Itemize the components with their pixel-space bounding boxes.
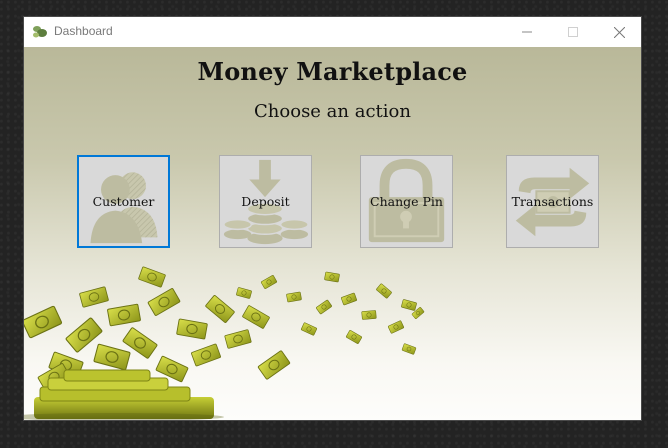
deposit-button-label: Deposit (241, 194, 290, 209)
customer-button[interactable]: Customer (77, 155, 170, 248)
app-icon (33, 26, 47, 38)
minimize-icon (522, 31, 532, 33)
page-title: Money Marketplace (197, 57, 468, 86)
title-bar[interactable]: Dashboard (24, 17, 641, 47)
transactions-button-label: Transactions (511, 194, 594, 209)
maximize-icon (568, 27, 578, 37)
dashboard-content: Money Marketplace Choose an action Custo… (24, 47, 641, 420)
minimize-button[interactable] (504, 17, 550, 47)
change-pin-button-label: Change Pin (370, 194, 443, 209)
page-subtitle: Choose an action (254, 101, 411, 122)
maximize-button[interactable] (550, 17, 596, 47)
deposit-button[interactable]: Deposit (219, 155, 312, 248)
close-button[interactable] (596, 17, 641, 47)
change-pin-button[interactable]: Change Pin (360, 155, 453, 248)
money-illustration (24, 266, 425, 420)
dashboard-window: Dashboard Money Marketplace Choose an ac… (24, 17, 641, 420)
window-title: Dashboard (54, 24, 113, 38)
close-icon (613, 26, 625, 38)
transactions-button[interactable]: Transactions (506, 155, 599, 248)
customer-button-label: Customer (92, 194, 155, 209)
